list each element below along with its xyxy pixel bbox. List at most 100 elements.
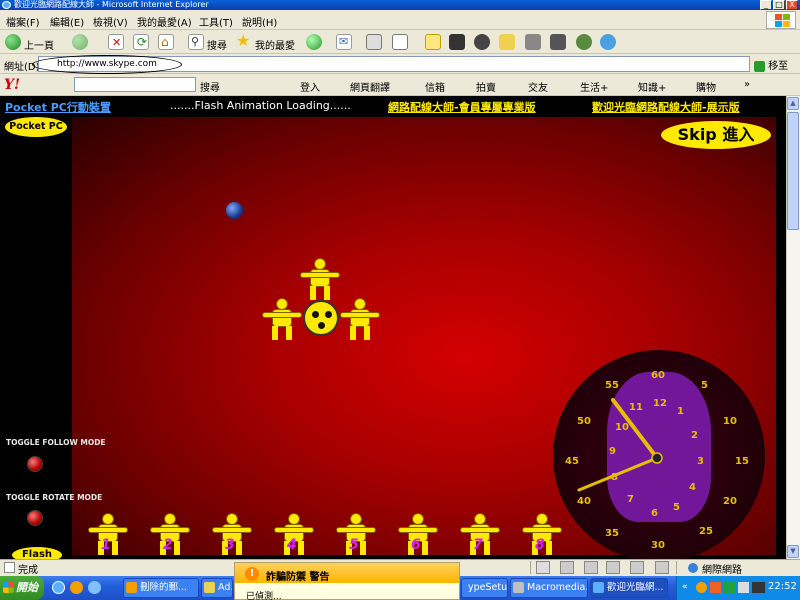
warning-icon: ! bbox=[245, 567, 259, 581]
task-button[interactable]: ypeSetup-... bbox=[461, 578, 508, 598]
input-method-icon[interactable] bbox=[536, 561, 550, 574]
yahoo-more-button[interactable]: » bbox=[744, 79, 750, 90]
stop-circle-icon[interactable] bbox=[474, 34, 490, 50]
task-label: 歡迎光臨網... bbox=[607, 582, 664, 593]
scroll-thumb[interactable] bbox=[787, 112, 799, 230]
skip-enter-button[interactable]: Skip 進入 bbox=[661, 121, 771, 149]
menu-tools[interactable]: 工具(T) bbox=[199, 14, 233, 29]
zone-text: 網際網路 bbox=[702, 565, 742, 576]
yahoo-search-input[interactable] bbox=[74, 77, 196, 92]
status-separator bbox=[676, 561, 677, 574]
messenger-icon[interactable] bbox=[449, 34, 465, 50]
frog-icon[interactable] bbox=[576, 34, 592, 50]
task-label: ypeSetup-... bbox=[468, 582, 508, 593]
yahoo-shopping-button[interactable]: 購物 bbox=[696, 79, 716, 94]
toggle-follow-mode-button[interactable] bbox=[18, 446, 52, 480]
tray-icon[interactable] bbox=[696, 582, 707, 593]
stats-icon[interactable] bbox=[550, 34, 566, 50]
favorites-button-label[interactable]: 我的最愛 bbox=[255, 37, 295, 52]
yahoo-logo[interactable]: Y! bbox=[4, 77, 20, 93]
tools-icon[interactable] bbox=[525, 34, 541, 50]
member-version-link[interactable]: 網路配線大師-會員專屬專業版 bbox=[388, 99, 536, 115]
maximize-button[interactable]: □ bbox=[773, 0, 785, 10]
task-label: Macromedia... bbox=[527, 582, 588, 593]
help-icon[interactable] bbox=[655, 561, 669, 574]
numbered-figure[interactable]: 1 bbox=[88, 513, 128, 557]
yahoo-auction-button[interactable]: 拍賣 bbox=[476, 79, 496, 94]
search-icon[interactable]: ⚲ bbox=[188, 34, 204, 50]
numbered-figure[interactable]: 4 bbox=[274, 513, 314, 557]
quicklaunch-icon[interactable] bbox=[88, 581, 101, 594]
toggle-rotate-mode-button[interactable] bbox=[18, 500, 52, 534]
yahoo-friends-button[interactable]: 交友 bbox=[528, 79, 548, 94]
windows-flag-icon bbox=[3, 582, 14, 593]
home-icon[interactable]: ⌂ bbox=[158, 34, 174, 50]
go-button[interactable]: 移至 bbox=[754, 57, 788, 72]
forward-arrow-icon[interactable] bbox=[72, 34, 88, 50]
quicklaunch-icon[interactable] bbox=[70, 581, 83, 594]
edit-icon[interactable] bbox=[392, 34, 408, 50]
macromedia-icon bbox=[513, 582, 524, 593]
favorites-star-icon[interactable]: ★ bbox=[236, 33, 252, 50]
scroll-up-icon[interactable]: ▲ bbox=[787, 97, 799, 110]
tray-arrow-icon[interactable]: « bbox=[682, 582, 688, 592]
stop-icon[interactable]: ✕ bbox=[108, 34, 124, 50]
task-button[interactable]: 刪除的郵... bbox=[123, 578, 199, 598]
back-arrow-icon[interactable] bbox=[5, 34, 21, 50]
folder-icon bbox=[204, 582, 215, 593]
figure-number: 1 bbox=[101, 537, 111, 553]
task-button-active[interactable]: 歡迎光臨網... bbox=[590, 578, 668, 598]
history-icon[interactable] bbox=[306, 34, 322, 50]
task-label: Ad... bbox=[218, 582, 232, 593]
yahoo-life-button[interactable]: 生活+ bbox=[580, 79, 608, 94]
close-button[interactable]: X bbox=[786, 0, 798, 10]
red-button-icon bbox=[27, 456, 43, 472]
pocketpc-link[interactable]: Pocket PC行動裝置 bbox=[5, 99, 111, 115]
menu-file[interactable]: 檔案(F) bbox=[6, 14, 40, 29]
tray-icon[interactable] bbox=[752, 582, 765, 593]
menu-view[interactable]: 檢視(V) bbox=[93, 14, 128, 29]
discuss-icon[interactable] bbox=[425, 34, 441, 50]
menu-bar: 檔案(F) 編輯(E) 檢視(V) 我的最愛(A) 工具(T) 說明(H) bbox=[0, 10, 800, 30]
numbered-figure[interactable]: 7 bbox=[460, 513, 500, 557]
minimize-button[interactable]: _ bbox=[760, 0, 772, 10]
print-icon[interactable] bbox=[366, 34, 382, 50]
tray-icon[interactable] bbox=[724, 582, 735, 593]
users-icon[interactable] bbox=[600, 34, 616, 50]
blue-orb bbox=[226, 202, 243, 219]
figure-number: 6 bbox=[411, 537, 421, 553]
research-icon[interactable] bbox=[499, 34, 515, 50]
tray-icon[interactable] bbox=[710, 582, 721, 593]
taskbar-clock[interactable]: 22:52 bbox=[768, 581, 797, 592]
pen-icon[interactable] bbox=[584, 561, 598, 574]
numbered-figure[interactable]: 5 bbox=[336, 513, 376, 557]
chart-icon[interactable] bbox=[606, 561, 620, 574]
grid-icon[interactable] bbox=[630, 561, 644, 574]
numbered-figure[interactable]: 3 bbox=[212, 513, 252, 557]
menu-help[interactable]: 說明(H) bbox=[242, 14, 277, 29]
keyboard-icon[interactable] bbox=[560, 561, 574, 574]
demo-version-link[interactable]: 歡迎光臨網路配線大師-展示版 bbox=[592, 99, 740, 115]
refresh-icon[interactable]: ⟳ bbox=[133, 34, 149, 50]
yahoo-mail-button[interactable]: 信箱 bbox=[425, 79, 445, 94]
yahoo-search-button[interactable]: 搜尋 bbox=[200, 79, 220, 94]
popup-subtitle: 已偵測... bbox=[246, 592, 282, 600]
yahoo-knowledge-button[interactable]: 知識+ bbox=[638, 79, 666, 94]
windows-logo-icon bbox=[766, 11, 796, 29]
ie-quicklaunch-icon[interactable] bbox=[52, 581, 65, 594]
task-button[interactable]: Ad... bbox=[201, 578, 233, 598]
menu-favorites[interactable]: 我的最愛(A) bbox=[137, 14, 192, 29]
mail-icon[interactable]: ✉ bbox=[336, 34, 352, 50]
yahoo-login-button[interactable]: 登入 bbox=[300, 79, 320, 94]
menu-edit[interactable]: 編輯(E) bbox=[50, 14, 84, 29]
numbered-figure[interactable]: 6 bbox=[398, 513, 438, 557]
start-button[interactable]: 開始 bbox=[0, 576, 44, 600]
task-button[interactable]: Macromedia... bbox=[510, 578, 588, 598]
speaker-icon[interactable] bbox=[738, 582, 749, 593]
yahoo-translate-button[interactable]: 網頁翻譯 bbox=[350, 79, 390, 94]
back-button-label[interactable]: 上一頁 bbox=[24, 37, 54, 52]
search-button-label[interactable]: 搜尋 bbox=[207, 37, 227, 52]
scroll-down-icon[interactable]: ▼ bbox=[787, 545, 799, 558]
pocketpc-badge[interactable]: Pocket PC bbox=[5, 117, 67, 137]
numbered-figure[interactable]: 2 bbox=[150, 513, 190, 557]
